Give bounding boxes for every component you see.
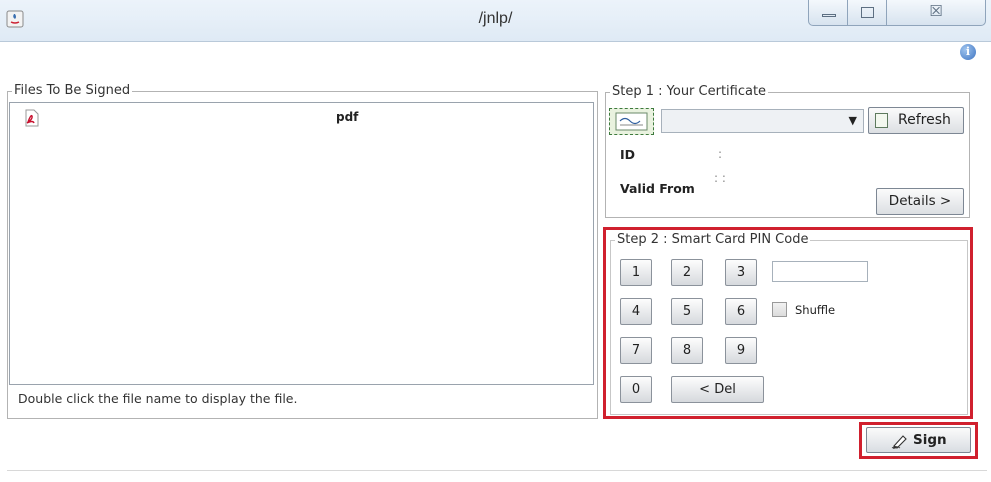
- valid-from-label: Valid From: [620, 181, 695, 196]
- files-group: Files To Be Signed pdf Double click the …: [7, 83, 598, 419]
- pen-icon: [891, 433, 909, 449]
- id-value: :: [718, 147, 723, 161]
- pin-input[interactable]: [772, 261, 868, 282]
- step2-legend: Step 2 : Smart Card PIN Code: [615, 232, 811, 248]
- step1-legend: Step 1 : Your Certificate: [610, 84, 769, 100]
- details-button[interactable]: Details >: [876, 188, 964, 215]
- close-button[interactable]: ☒: [886, 0, 986, 26]
- id-label: ID: [620, 147, 636, 162]
- files-legend: Files To Be Signed: [12, 83, 133, 99]
- info-icon[interactable]: i: [960, 44, 976, 60]
- key-9[interactable]: 9: [725, 337, 757, 364]
- certificate-icon[interactable]: [609, 108, 654, 135]
- refresh-label: Refresh: [898, 112, 951, 128]
- shuffle-checkbox[interactable]: [772, 302, 787, 317]
- key-8[interactable]: 8: [671, 337, 703, 364]
- key-4[interactable]: 4: [620, 298, 652, 325]
- file-list[interactable]: pdf: [9, 102, 594, 385]
- step1-group: Step 1 : Your Certificate ▼ Refresh ID :…: [605, 84, 970, 218]
- refresh-icon: [875, 113, 888, 128]
- sign-button[interactable]: Sign: [866, 427, 971, 453]
- file-name[interactable]: pdf: [336, 110, 358, 124]
- key-0[interactable]: 0: [620, 376, 652, 403]
- delete-button[interactable]: < Del: [671, 376, 764, 403]
- key-7[interactable]: 7: [620, 337, 652, 364]
- key-5[interactable]: 5: [671, 298, 703, 325]
- maximize-button[interactable]: [847, 0, 887, 26]
- close-icon: ☒: [929, 2, 943, 20]
- chevron-down-icon: ▼: [848, 114, 857, 127]
- certificate-select[interactable]: ▼: [661, 109, 864, 133]
- pdf-icon: [24, 109, 40, 127]
- list-item[interactable]: pdf: [10, 109, 593, 129]
- shuffle-label: Shuffle: [795, 303, 836, 317]
- minimize-button[interactable]: [808, 0, 848, 26]
- minimize-icon: [822, 14, 836, 17]
- maximize-icon: [861, 7, 874, 18]
- double-click-hint: Double click the file name to display th…: [18, 391, 298, 406]
- key-6[interactable]: 6: [725, 298, 757, 325]
- title-bar: /jnlp/ ☒: [0, 0, 991, 42]
- refresh-button[interactable]: Refresh: [868, 107, 964, 134]
- valid-from-value: : :: [714, 171, 726, 185]
- key-1[interactable]: 1: [620, 259, 652, 286]
- key-3[interactable]: 3: [725, 259, 757, 286]
- bottom-divider: [7, 470, 987, 471]
- sign-label: Sign: [913, 432, 947, 448]
- key-2[interactable]: 2: [671, 259, 703, 286]
- step2-group: Step 2 : Smart Card PIN Code 1 2 3 4 5 6…: [610, 232, 968, 415]
